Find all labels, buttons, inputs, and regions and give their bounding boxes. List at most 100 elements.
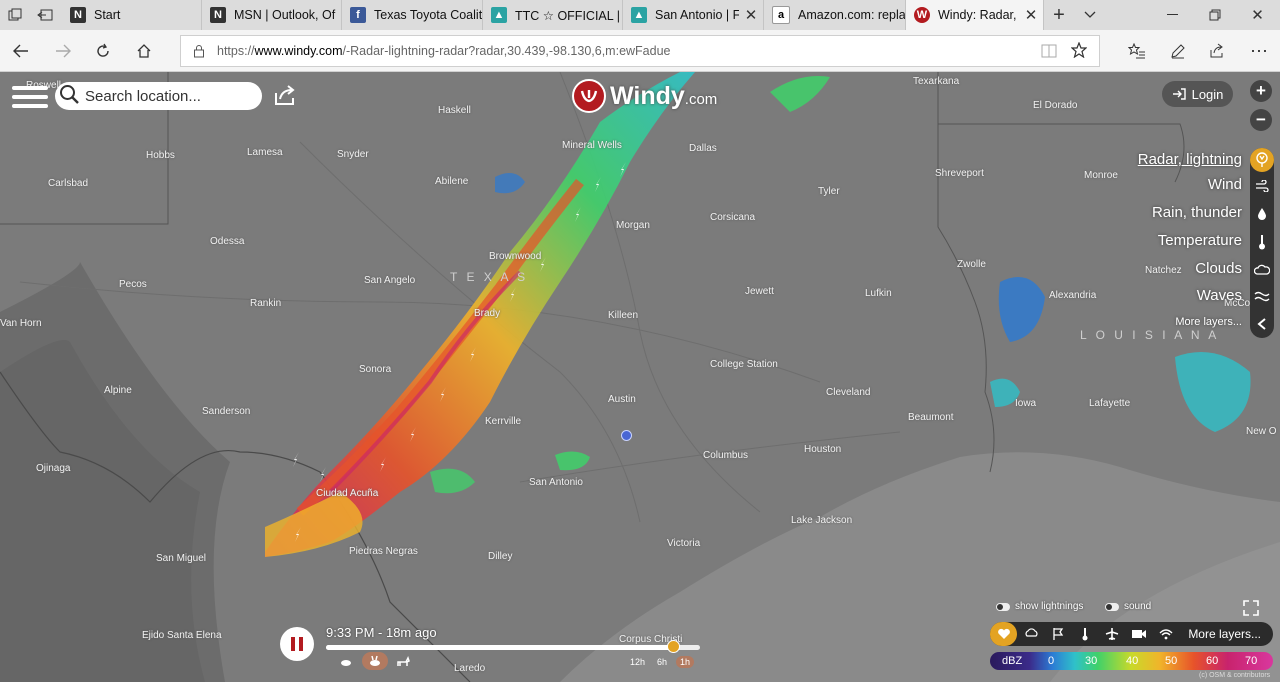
- airplane-icon[interactable]: [1098, 622, 1125, 646]
- facebook-icon: f: [350, 7, 366, 23]
- city-label: Dallas: [689, 143, 717, 154]
- city-label: Brownwood: [489, 251, 542, 262]
- tab-start[interactable]: N Start: [62, 0, 202, 30]
- city-label: Piedras Negras: [349, 546, 418, 557]
- windy-logo[interactable]: Windy.com: [572, 79, 717, 113]
- browser-address-bar: https://www.windy.com/-Radar-lightning-r…: [0, 30, 1280, 72]
- new-tab-icon[interactable]: +: [1044, 0, 1074, 30]
- city-label: Haskell: [438, 105, 471, 116]
- city-label: Austin: [608, 394, 636, 405]
- webcam-icon[interactable]: [1125, 622, 1152, 646]
- cloud-icon[interactable]: [1250, 258, 1274, 282]
- chevron-left-icon[interactable]: [1250, 312, 1274, 336]
- weather-map[interactable]: T E X A S L O U I S I A N A Roswell Texa…: [0, 72, 1280, 682]
- tab-amazon[interactable]: a Amazon.com: repla: [764, 0, 906, 30]
- dbz-color-scale: dBZ 0 30 40 50 60 70: [990, 652, 1273, 670]
- wind-flag-icon[interactable]: [1044, 622, 1071, 646]
- forward-arrow-icon[interactable]: [48, 36, 78, 66]
- toggle-switch: [1105, 602, 1119, 611]
- favorite-star-icon[interactable]: [1070, 41, 1088, 61]
- scale-tick: 40: [1126, 655, 1139, 667]
- search-location-input[interactable]: Search location...: [55, 82, 262, 110]
- menu-hamburger-icon[interactable]: [12, 82, 48, 110]
- tab-preview-icon[interactable]: [0, 0, 30, 30]
- range-1h-button[interactable]: 1h: [676, 656, 695, 668]
- refresh-icon[interactable]: [88, 36, 118, 66]
- radar-map-canvas[interactable]: [0, 72, 1280, 682]
- more-options-icon[interactable]: ⋯: [1244, 36, 1274, 66]
- layer-rain-thunder[interactable]: Rain, thunder: [1152, 204, 1242, 221]
- favorite-heart-icon[interactable]: [990, 622, 1017, 646]
- city-label: Odessa: [210, 236, 245, 247]
- pause-button[interactable]: [280, 627, 314, 661]
- city-label: Laredo: [454, 663, 486, 674]
- favorites-list-icon[interactable]: [1122, 36, 1152, 66]
- thermometer-icon[interactable]: [1071, 622, 1098, 646]
- pause-icon: [291, 637, 303, 651]
- sound-toggle[interactable]: sound: [1105, 601, 1151, 612]
- share-page-icon[interactable]: [1202, 36, 1232, 66]
- layer-waves[interactable]: Waves: [1197, 287, 1242, 304]
- tab-msn[interactable]: N MSN | Outlook, Of: [202, 0, 342, 30]
- tab-ttc-official[interactable]: ▲ TTC ☆ OFFICIAL | F: [483, 0, 623, 30]
- fullscreen-icon[interactable]: [1243, 600, 1259, 621]
- close-tab-icon[interactable]: ✕: [1019, 6, 1043, 24]
- close-tab-icon[interactable]: ✕: [739, 6, 763, 24]
- more-layers-button[interactable]: More layers...: [1188, 627, 1261, 641]
- layer-temperature[interactable]: Temperature: [1158, 232, 1242, 249]
- radar-timestamp: 9:33 PM - 18m ago: [326, 625, 437, 640]
- zoom-in-button[interactable]: +: [1250, 80, 1272, 102]
- address-field[interactable]: https://www.windy.com/-Radar-lightning-r…: [180, 35, 1100, 67]
- layer-wind[interactable]: Wind: [1208, 176, 1242, 193]
- close-window-icon[interactable]: ✕: [1235, 0, 1280, 30]
- wifi-radar-icon[interactable]: [1152, 622, 1179, 646]
- city-label: Jewett: [745, 286, 774, 297]
- reading-view-icon[interactable]: [1041, 44, 1057, 61]
- set-tabs-aside-icon[interactable]: [30, 0, 60, 30]
- tab-list-chevron-down-icon[interactable]: [1075, 0, 1105, 30]
- speed-rabbit-icon[interactable]: [362, 652, 388, 670]
- rain-drop-icon[interactable]: [1250, 202, 1274, 226]
- restore-window-icon[interactable]: [1195, 0, 1235, 30]
- zoom-out-button[interactable]: −: [1250, 109, 1272, 131]
- radar-icon[interactable]: [1250, 148, 1274, 172]
- thermometer-icon[interactable]: [1250, 230, 1274, 254]
- city-label: Alexandria: [1049, 290, 1097, 301]
- tab-san-antonio[interactable]: ▲ San Antonio | F ✕: [623, 0, 764, 30]
- speed-horse-icon[interactable]: [396, 656, 410, 671]
- logo-suffix: .com: [684, 90, 718, 108]
- layer-more-layers[interactable]: More layers...: [1175, 316, 1242, 328]
- home-icon[interactable]: [129, 36, 159, 66]
- city-label: College Station: [710, 359, 778, 370]
- pen-annotate-icon[interactable]: [1163, 36, 1193, 66]
- layer-radar-lightning[interactable]: Radar, lightning: [1138, 151, 1242, 168]
- city-label: Victoria: [667, 538, 701, 549]
- login-button[interactable]: Login: [1162, 81, 1233, 107]
- show-lightnings-toggle[interactable]: show lightnings: [996, 601, 1083, 612]
- city-label: Cleveland: [826, 387, 871, 398]
- minimize-window-icon[interactable]: [1150, 0, 1195, 30]
- city-label: Beaumont: [908, 412, 954, 423]
- tab-texas-toyota-coalition[interactable]: f Texas Toyota Coalit: [342, 0, 483, 30]
- logo-text: Windy: [610, 81, 685, 110]
- layer-clouds[interactable]: Clouds: [1195, 260, 1242, 277]
- back-arrow-icon[interactable]: [6, 36, 36, 66]
- speed-turtle-icon[interactable]: [339, 656, 353, 670]
- lock-icon: [193, 44, 205, 61]
- city-label: El Dorado: [1033, 100, 1078, 111]
- city-label: Van Horn: [0, 318, 42, 329]
- city-label: Sanderson: [202, 406, 251, 417]
- thunder-cloud-icon[interactable]: [1017, 622, 1044, 646]
- city-label: Tyler: [818, 186, 840, 197]
- range-12h-button[interactable]: 12h: [626, 656, 649, 668]
- radar-timeline-slider[interactable]: [326, 640, 700, 653]
- map-attribution[interactable]: (c) OSM & contributors: [1199, 672, 1270, 679]
- windy-logo-icon: [572, 79, 606, 113]
- waves-icon[interactable]: [1250, 284, 1274, 308]
- current-location-dot[interactable]: [621, 430, 632, 441]
- tab-windy[interactable]: W Windy: Radar, l ✕: [906, 0, 1044, 30]
- range-6h-button[interactable]: 6h: [653, 656, 671, 668]
- city-label: Alpine: [104, 385, 132, 396]
- share-icon[interactable]: [274, 84, 298, 111]
- wind-icon[interactable]: [1250, 174, 1274, 198]
